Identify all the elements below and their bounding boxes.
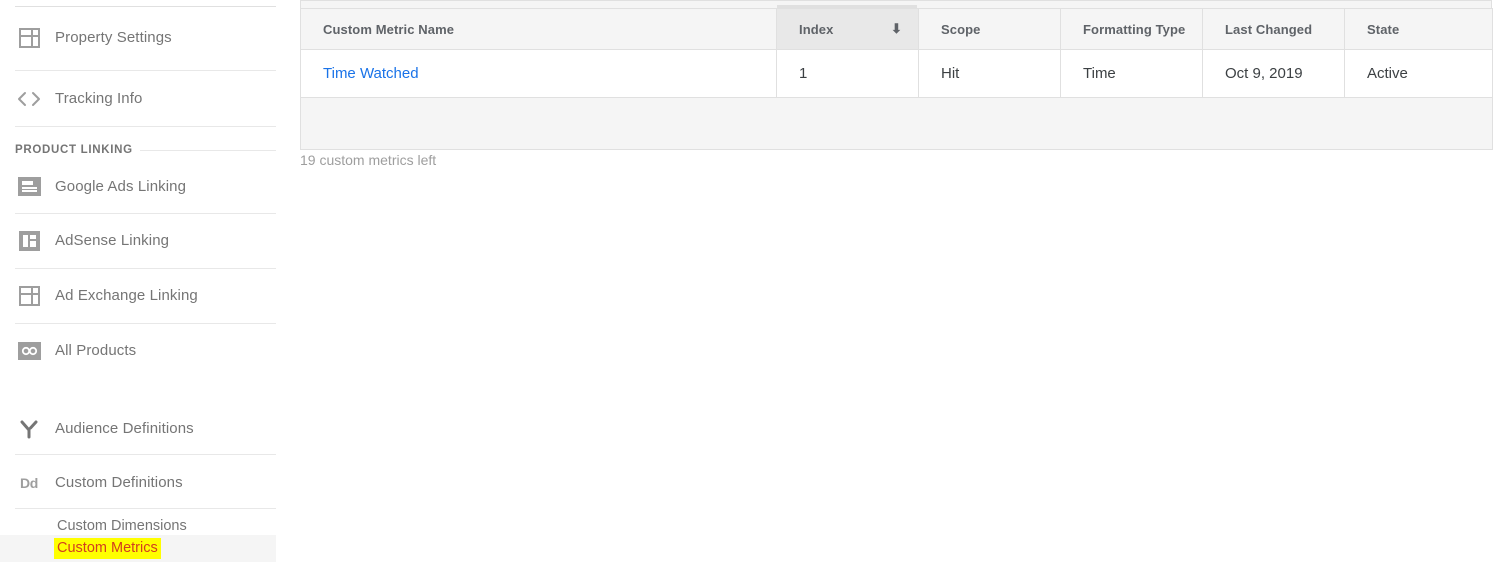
sidebar-item-custom-definitions[interactable]: Dd Custom Definitions <box>0 455 296 510</box>
cell-last-changed: Oct 9, 2019 <box>1202 49 1345 98</box>
sidebar-item-label: Custom Definitions <box>55 474 183 491</box>
table-toolbar-strip <box>300 0 1492 11</box>
property-settings-icon <box>15 24 43 52</box>
sidebar-navigation: Property Settings Tracking Info PRODUCT … <box>0 0 296 570</box>
code-brackets-icon <box>15 85 43 113</box>
cell-index: 1 <box>776 49 919 98</box>
column-header-last-changed[interactable]: Last Changed <box>1202 8 1345 50</box>
sidebar-item-adsense-linking[interactable]: AdSense Linking <box>0 213 296 268</box>
sidebar-subitem-custom-metrics[interactable]: Custom Metrics <box>0 535 276 562</box>
dd-icon: Dd <box>19 474 39 491</box>
sidebar-subitem-label: Custom Metrics <box>54 538 161 559</box>
table-footer-cell <box>300 97 1493 150</box>
all-products-icon <box>15 337 43 365</box>
column-header-scope[interactable]: Scope <box>918 8 1061 50</box>
sidebar-item-label: Audience Definitions <box>55 420 194 437</box>
adsense-icon <box>15 227 43 255</box>
section-divider <box>140 150 276 151</box>
sidebar-item-ad-exchange-linking[interactable]: Ad Exchange Linking <box>0 268 296 323</box>
sidebar-item-label: AdSense Linking <box>55 232 170 249</box>
custom-metrics-table: Custom Metric Name Index ⬇ Scope Formatt… <box>300 8 1493 150</box>
cell-custom-metric-name: Time Watched <box>300 49 777 98</box>
ad-exchange-icon <box>15 282 43 310</box>
custom-metric-name-link[interactable]: Time Watched <box>323 65 419 82</box>
arrow-down-icon: ⬇ <box>891 21 902 36</box>
column-header-index[interactable]: Index ⬇ <box>776 8 919 50</box>
sidebar-item-all-products[interactable]: All Products <box>0 323 296 378</box>
sidebar-top-divider <box>15 6 276 7</box>
table-row: Time Watched 1 Hit Time Oct 9, 2019 Acti… <box>300 49 1493 98</box>
table-footer-row <box>300 97 1493 150</box>
sidebar-item-tracking-info[interactable]: Tracking Info <box>0 71 296 126</box>
cell-state: Active <box>1344 49 1493 98</box>
sidebar-item-label: Property Settings <box>55 29 172 46</box>
custom-metrics-remaining-note: 19 custom metrics left <box>300 152 437 168</box>
table-header-row: Custom Metric Name Index ⬇ Scope Formatt… <box>300 8 1493 50</box>
custom-metrics-page: Property Settings Tracking Info PRODUCT … <box>0 0 1500 570</box>
cell-scope: Hit <box>918 49 1061 98</box>
column-header-formatting-type[interactable]: Formatting Type <box>1060 8 1203 50</box>
sidebar-section-product-linking: PRODUCT LINKING <box>15 144 133 156</box>
sidebar-item-property-settings[interactable]: Property Settings <box>0 10 296 65</box>
sidebar-divider <box>15 126 276 127</box>
sidebar-item-label: Google Ads Linking <box>55 178 187 195</box>
column-header-state[interactable]: State <box>1344 8 1493 50</box>
sidebar-divider <box>15 508 276 509</box>
sidebar-item-label: All Products <box>55 342 137 359</box>
sidebar-item-label: Tracking Info <box>55 90 143 107</box>
sidebar-item-google-ads-linking[interactable]: Google Ads Linking <box>0 159 296 214</box>
google-ads-icon <box>15 173 43 201</box>
audience-branch-icon <box>15 415 43 443</box>
sidebar-item-label: Ad Exchange Linking <box>55 287 198 304</box>
cell-formatting-type: Time <box>1060 49 1203 98</box>
sidebar-item-audience-definitions[interactable]: Audience Definitions <box>0 401 296 456</box>
sidebar-subitem-label: Custom Dimensions <box>57 517 187 534</box>
column-header-custom-metric-name[interactable]: Custom Metric Name <box>300 8 777 50</box>
column-header-index-label: Index <box>799 21 834 37</box>
